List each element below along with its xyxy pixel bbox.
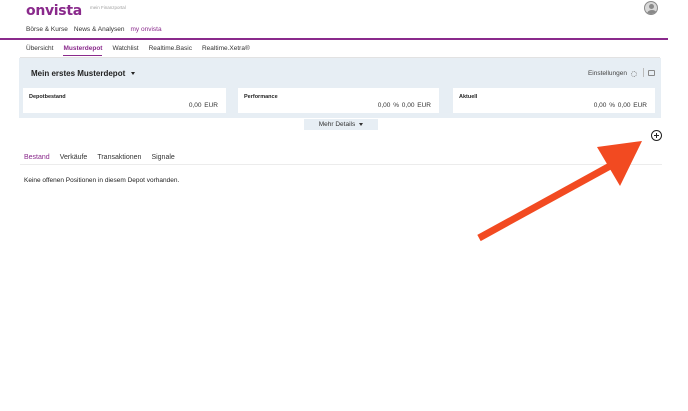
- main-nav: Börse & Kurse News & Analysen my onvista: [26, 26, 162, 33]
- card-performance: Performance 0,00 % 0,00 EUR: [238, 88, 439, 113]
- nav-my-onvista[interactable]: my onvista: [131, 26, 162, 33]
- card-label: Performance: [244, 94, 278, 100]
- onvista-logo[interactable]: onvista: [26, 3, 82, 19]
- subnav-watchlist[interactable]: Watchlist: [112, 45, 138, 56]
- chevron-down-icon: [359, 123, 364, 126]
- sub-nav: Übersicht Musterdepot Watchlist Realtime…: [26, 45, 250, 56]
- gear-icon: [631, 70, 637, 77]
- print-icon[interactable]: [648, 70, 655, 76]
- more-details-button[interactable]: Mehr Details: [304, 119, 378, 130]
- subnav-musterdepot[interactable]: Musterdepot: [63, 45, 103, 56]
- depot-title: Mein erstes Musterdepot: [31, 69, 126, 78]
- subnav-uebersicht[interactable]: Übersicht: [26, 45, 53, 56]
- depot-summary-panel: Mein erstes Musterdepot Einstellungen De…: [19, 58, 661, 118]
- card-label: Depotbestand: [29, 94, 66, 100]
- card-depotbestand: Depotbestand 0,00 EUR: [23, 88, 226, 113]
- tab-signale[interactable]: Signale: [151, 154, 174, 161]
- depot-selector[interactable]: Mein erstes Musterdepot: [31, 69, 136, 78]
- plus-circle-icon[interactable]: [651, 130, 662, 141]
- card-value: 0,00 % 0,00 EUR: [377, 102, 431, 109]
- depot-tabs: Bestand Verkäufe Transaktionen Signale: [24, 154, 175, 161]
- settings-button[interactable]: Einstellungen: [588, 70, 637, 77]
- nav-news-analysen[interactable]: News & Analysen: [74, 26, 125, 33]
- subnav-realtime-basic[interactable]: Realtime.Basic: [149, 45, 192, 56]
- tab-bestand[interactable]: Bestand: [24, 154, 50, 161]
- card-value: 0,00 EUR: [188, 102, 218, 109]
- top-header: onvista mein Finanzportal: [0, 0, 688, 40]
- tab-verkaeufe[interactable]: Verkäufe: [60, 154, 88, 161]
- chevron-down-icon: [131, 72, 136, 75]
- logo-tagline: mein Finanzportal: [90, 5, 126, 10]
- tab-transaktionen[interactable]: Transaktionen: [97, 154, 141, 161]
- subnav-realtime-xetra[interactable]: Realtime.Xetra®: [202, 45, 250, 56]
- arrow-shaft: [477, 162, 612, 242]
- settings-label: Einstellungen: [587, 70, 627, 77]
- card-value: 0,00 % 0,00 EUR: [593, 102, 647, 109]
- more-details-label: Mehr Details: [318, 121, 356, 128]
- tabs-divider: [20, 164, 662, 165]
- nav-divider: [0, 38, 668, 40]
- card-aktuell: Aktuell 0,00 % 0,00 EUR: [453, 88, 655, 113]
- nav-boerse-kurse[interactable]: Börse & Kurse: [26, 26, 68, 33]
- empty-positions-message: Keine offenen Positionen in diesem Depot…: [24, 177, 180, 184]
- card-label: Aktuell: [459, 94, 478, 100]
- avatar-icon[interactable]: [644, 1, 658, 15]
- toolbar-separator: [643, 68, 644, 77]
